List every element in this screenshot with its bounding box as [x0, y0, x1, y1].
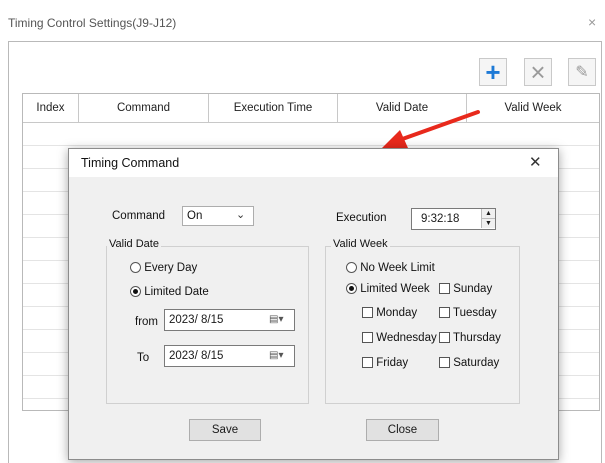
limited-date-radio[interactable]: Limited Date	[130, 286, 209, 298]
time-spinner[interactable]: ▲ ▼	[481, 209, 495, 228]
delete-button[interactable]: ×	[524, 58, 552, 86]
valid-date-title: Valid Date	[107, 238, 161, 250]
pencil-icon: ✎	[575, 64, 589, 81]
spin-up-icon[interactable]: ▲	[482, 209, 495, 219]
checkbox-icon	[439, 357, 450, 369]
close-icon[interactable]: ×	[588, 14, 596, 30]
checkbox-icon	[439, 283, 450, 295]
timing-command-dialog: Timing Command ✕ Command On ⌄ Execution …	[68, 148, 559, 460]
checkbox-icon	[439, 307, 450, 319]
to-label: To	[137, 352, 150, 364]
to-date-picker[interactable]: 2023/ 8/15 ▤▾	[164, 345, 295, 367]
valid-week-title: Valid Week	[331, 238, 390, 250]
saturday-label: Saturday	[453, 357, 500, 369]
every-day-label: Every Day	[144, 262, 198, 274]
limited-week-label: Limited Week	[360, 283, 430, 295]
no-week-limit-label: No Week Limit	[360, 262, 435, 274]
limited-week-radio[interactable]: Limited Week	[346, 283, 430, 295]
annotation-arrow	[382, 110, 480, 148]
command-label: Command	[112, 210, 166, 222]
saturday-checkbox[interactable]: Saturday	[439, 357, 499, 369]
thursday-label: Thursday	[453, 332, 501, 344]
radio-selected-icon	[346, 283, 357, 295]
window-title: Timing Control Settings(J9-J12)	[8, 16, 177, 30]
no-week-limit-radio[interactable]: No Week Limit	[346, 262, 435, 274]
checkbox-icon	[362, 357, 373, 369]
sunday-label: Sunday	[453, 283, 493, 295]
plus-icon: +	[485, 57, 501, 87]
row-divider	[23, 145, 599, 146]
execution-label: Execution	[336, 212, 387, 224]
from-label: from	[135, 316, 158, 328]
sunday-checkbox[interactable]: Sunday	[439, 283, 492, 295]
from-date-picker[interactable]: 2023/ 8/15 ▤▾	[164, 309, 295, 331]
col-header-execution-time[interactable]: Execution Time	[209, 94, 338, 122]
execution-time-value: 9:32:18	[421, 213, 460, 225]
monday-checkbox[interactable]: Monday	[362, 307, 417, 319]
checkbox-icon	[439, 332, 450, 344]
radio-icon	[130, 262, 141, 274]
header-divider	[23, 122, 599, 123]
calendar-icon[interactable]: ▤▾	[269, 346, 283, 366]
radio-selected-icon	[130, 286, 141, 298]
close-icon: ×	[530, 57, 546, 87]
monday-label: Monday	[376, 307, 418, 319]
friday-label: Friday	[376, 357, 409, 369]
tuesday-checkbox[interactable]: Tuesday	[439, 307, 497, 319]
checkbox-icon	[362, 307, 373, 319]
save-button[interactable]: Save	[189, 419, 261, 441]
command-select[interactable]: On ⌄	[182, 206, 254, 226]
from-date-value: 2023/ 8/15	[169, 314, 224, 326]
every-day-radio[interactable]: Every Day	[130, 262, 197, 274]
chevron-down-icon: ⌄	[236, 209, 246, 221]
close-button[interactable]: Close	[366, 419, 439, 441]
tuesday-label: Tuesday	[453, 307, 497, 319]
col-header-command[interactable]: Command	[79, 94, 209, 122]
radio-icon	[346, 262, 357, 274]
friday-checkbox[interactable]: Friday	[362, 357, 408, 369]
close-icon[interactable]: ✕	[529, 153, 542, 171]
thursday-checkbox[interactable]: Thursday	[439, 332, 501, 344]
wednesday-label: Wednesday	[376, 332, 437, 344]
dialog-titlebar: Timing Command ✕	[69, 149, 558, 177]
edit-button[interactable]: ✎	[568, 58, 596, 86]
limited-date-label: Limited Date	[144, 286, 209, 298]
col-header-index[interactable]: Index	[23, 94, 79, 122]
calendar-icon[interactable]: ▤▾	[269, 310, 283, 330]
to-date-value: 2023/ 8/15	[169, 350, 224, 362]
dialog-title: Timing Command	[81, 156, 180, 170]
wednesday-checkbox[interactable]: Wednesday	[362, 332, 437, 344]
command-select-value: On	[187, 210, 203, 222]
add-button[interactable]: +	[479, 58, 507, 86]
checkbox-icon	[362, 332, 373, 344]
spin-down-icon[interactable]: ▼	[482, 219, 495, 228]
